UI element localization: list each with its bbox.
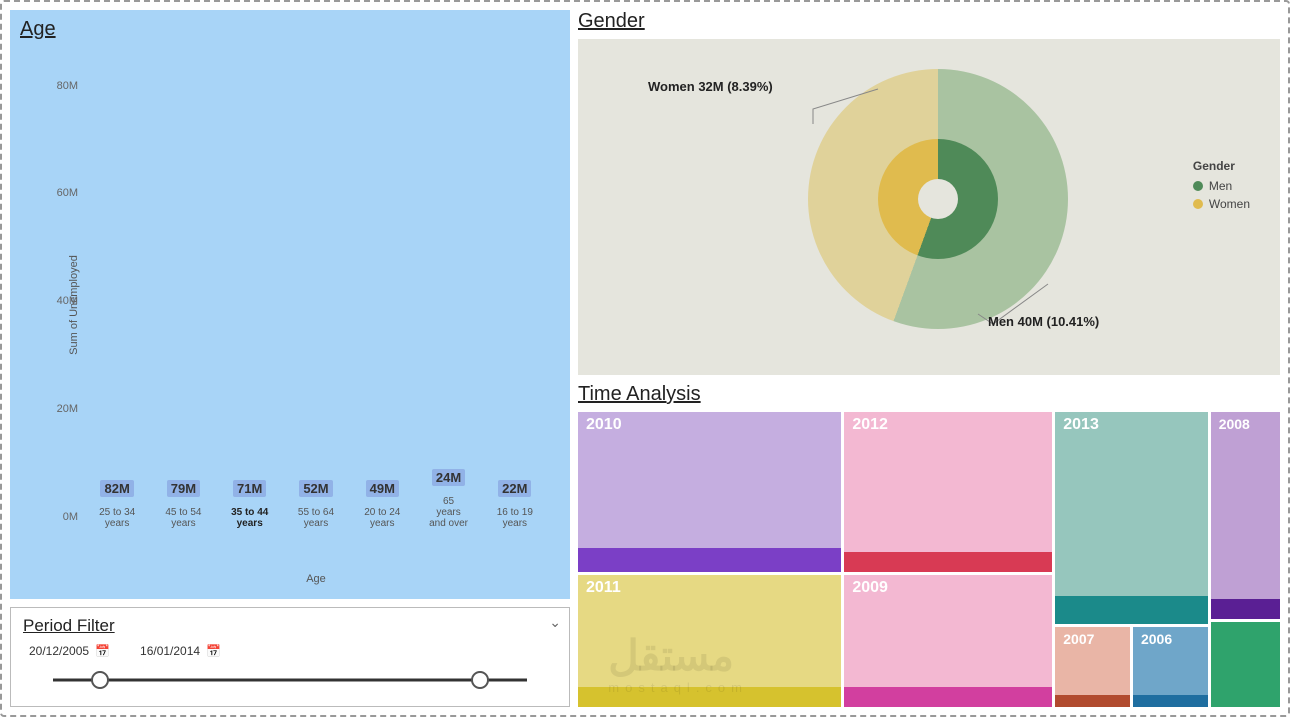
calendar-icon[interactable]: 📅 bbox=[206, 644, 221, 658]
x-tick: 65yearsand over bbox=[419, 496, 477, 529]
age-bar-2[interactable]: 71M 35 to 44years bbox=[221, 480, 279, 529]
bar-value-label: 71M bbox=[233, 480, 266, 497]
gender-chart[interactable]: Women 32M (8.39%) Men 40M (10.41%) Gende… bbox=[578, 39, 1280, 375]
treemap-strip bbox=[844, 687, 1052, 707]
treemap-strip bbox=[1211, 599, 1280, 619]
age-bar-6[interactable]: 22M 16 to 19years bbox=[486, 480, 544, 529]
treemap-strip bbox=[1055, 596, 1207, 624]
treemap-strip bbox=[1055, 695, 1130, 707]
x-tick: 55 to 64years bbox=[287, 507, 345, 529]
age-bar-0[interactable]: 82M 25 to 34years bbox=[88, 480, 146, 529]
bar-value-label: 49M bbox=[366, 480, 399, 497]
time-analysis-title: Time Analysis bbox=[578, 383, 1280, 406]
x-tick: 25 to 34years bbox=[88, 507, 146, 529]
age-bar-5[interactable]: 24M 65yearsand over bbox=[419, 469, 477, 529]
slider-knob-start[interactable] bbox=[91, 671, 109, 689]
treemap-cell-2008[interactable]: 2008 bbox=[1211, 412, 1280, 619]
y-tick: 60M bbox=[57, 187, 78, 199]
bar-value-label: 79M bbox=[167, 480, 200, 497]
treemap-strip bbox=[578, 687, 841, 707]
time-analysis-panel: Time Analysis 20102011201220092013200720… bbox=[578, 383, 1280, 707]
treemap-cell-2011[interactable]: 2011 bbox=[578, 575, 841, 707]
legend-item-men[interactable]: Men bbox=[1193, 179, 1250, 193]
calendar-icon[interactable]: 📅 bbox=[95, 644, 110, 658]
age-chart-title: Age bbox=[20, 18, 56, 41]
bar-value-label: 22M bbox=[498, 480, 531, 497]
legend-label: Men bbox=[1209, 179, 1232, 193]
treemap-cell-2010[interactable]: 2010 bbox=[578, 412, 841, 572]
bar-value-label: 52M bbox=[299, 480, 332, 497]
chevron-down-icon[interactable]: ⌄ bbox=[549, 614, 561, 631]
treemap-cell-2006[interactable]: 2006 bbox=[1133, 627, 1208, 707]
period-filter-title: Period Filter bbox=[23, 616, 557, 636]
age-chart-panel: Age Sum of Unemployed 0M 20M 40M 60M 80M… bbox=[10, 10, 570, 599]
treemap-strip bbox=[1133, 695, 1208, 707]
pie-label-women: Women 32M (8.39%) bbox=[648, 79, 773, 94]
y-tick: 80M bbox=[57, 80, 78, 92]
gender-chart-panel: Gender Women 32M (8.39%) Men 40M (10.41%… bbox=[578, 10, 1280, 375]
treemap-strip bbox=[844, 552, 1052, 572]
gender-chart-title: Gender bbox=[578, 10, 1280, 33]
age-y-axis: 0M 20M 40M 60M 80M bbox=[46, 70, 82, 529]
pie-label-men: Men 40M (10.41%) bbox=[988, 314, 1099, 329]
age-x-axis-label: Age bbox=[306, 573, 326, 585]
x-tick: 45 to 54years bbox=[154, 507, 212, 529]
x-tick: 20 to 24years bbox=[353, 507, 411, 529]
age-chart[interactable]: Age Sum of Unemployed 0M 20M 40M 60M 80M… bbox=[10, 10, 570, 599]
period-filter-panel: Period Filter ⌄ 20/12/2005 📅 16/01/2014 … bbox=[10, 607, 570, 707]
treemap-cell-blank[interactable] bbox=[1211, 622, 1280, 707]
gender-legend: Gender Men Women bbox=[1193, 159, 1250, 215]
y-tick: 20M bbox=[57, 403, 78, 415]
treemap-cell-2007[interactable]: 2007 bbox=[1055, 627, 1130, 707]
y-tick: 40M bbox=[57, 295, 78, 307]
treemap-cell-2012[interactable]: 2012 bbox=[844, 412, 1052, 572]
bar-value-label: 24M bbox=[432, 469, 465, 486]
period-to[interactable]: 16/01/2014 📅 bbox=[140, 644, 221, 658]
legend-title: Gender bbox=[1193, 159, 1250, 173]
x-tick: 35 to 44years bbox=[221, 507, 279, 529]
treemap-strip bbox=[578, 548, 841, 572]
period-from[interactable]: 20/12/2005 📅 bbox=[29, 644, 110, 658]
slider-knob-end[interactable] bbox=[471, 671, 489, 689]
age-bar-4[interactable]: 49M 20 to 24years bbox=[353, 480, 411, 529]
treemap-cell-2013[interactable]: 2013 bbox=[1055, 412, 1207, 624]
slider-track bbox=[53, 679, 527, 682]
period-from-value: 20/12/2005 bbox=[29, 644, 89, 658]
time-analysis-treemap[interactable]: 20102011201220092013200720062008 bbox=[578, 412, 1280, 707]
treemap-cell-2009[interactable]: 2009 bbox=[844, 575, 1052, 707]
x-tick: 16 to 19years bbox=[486, 507, 544, 529]
gender-pie[interactable] bbox=[808, 69, 1068, 329]
period-to-value: 16/01/2014 bbox=[140, 644, 200, 658]
y-tick: 0M bbox=[63, 511, 78, 523]
period-slider[interactable] bbox=[53, 670, 527, 690]
age-bar-3[interactable]: 52M 55 to 64years bbox=[287, 480, 345, 529]
legend-label: Women bbox=[1209, 197, 1250, 211]
bar-value-label: 82M bbox=[100, 480, 133, 497]
legend-item-women[interactable]: Women bbox=[1193, 197, 1250, 211]
age-bar-1[interactable]: 79M 45 to 54years bbox=[154, 480, 212, 529]
